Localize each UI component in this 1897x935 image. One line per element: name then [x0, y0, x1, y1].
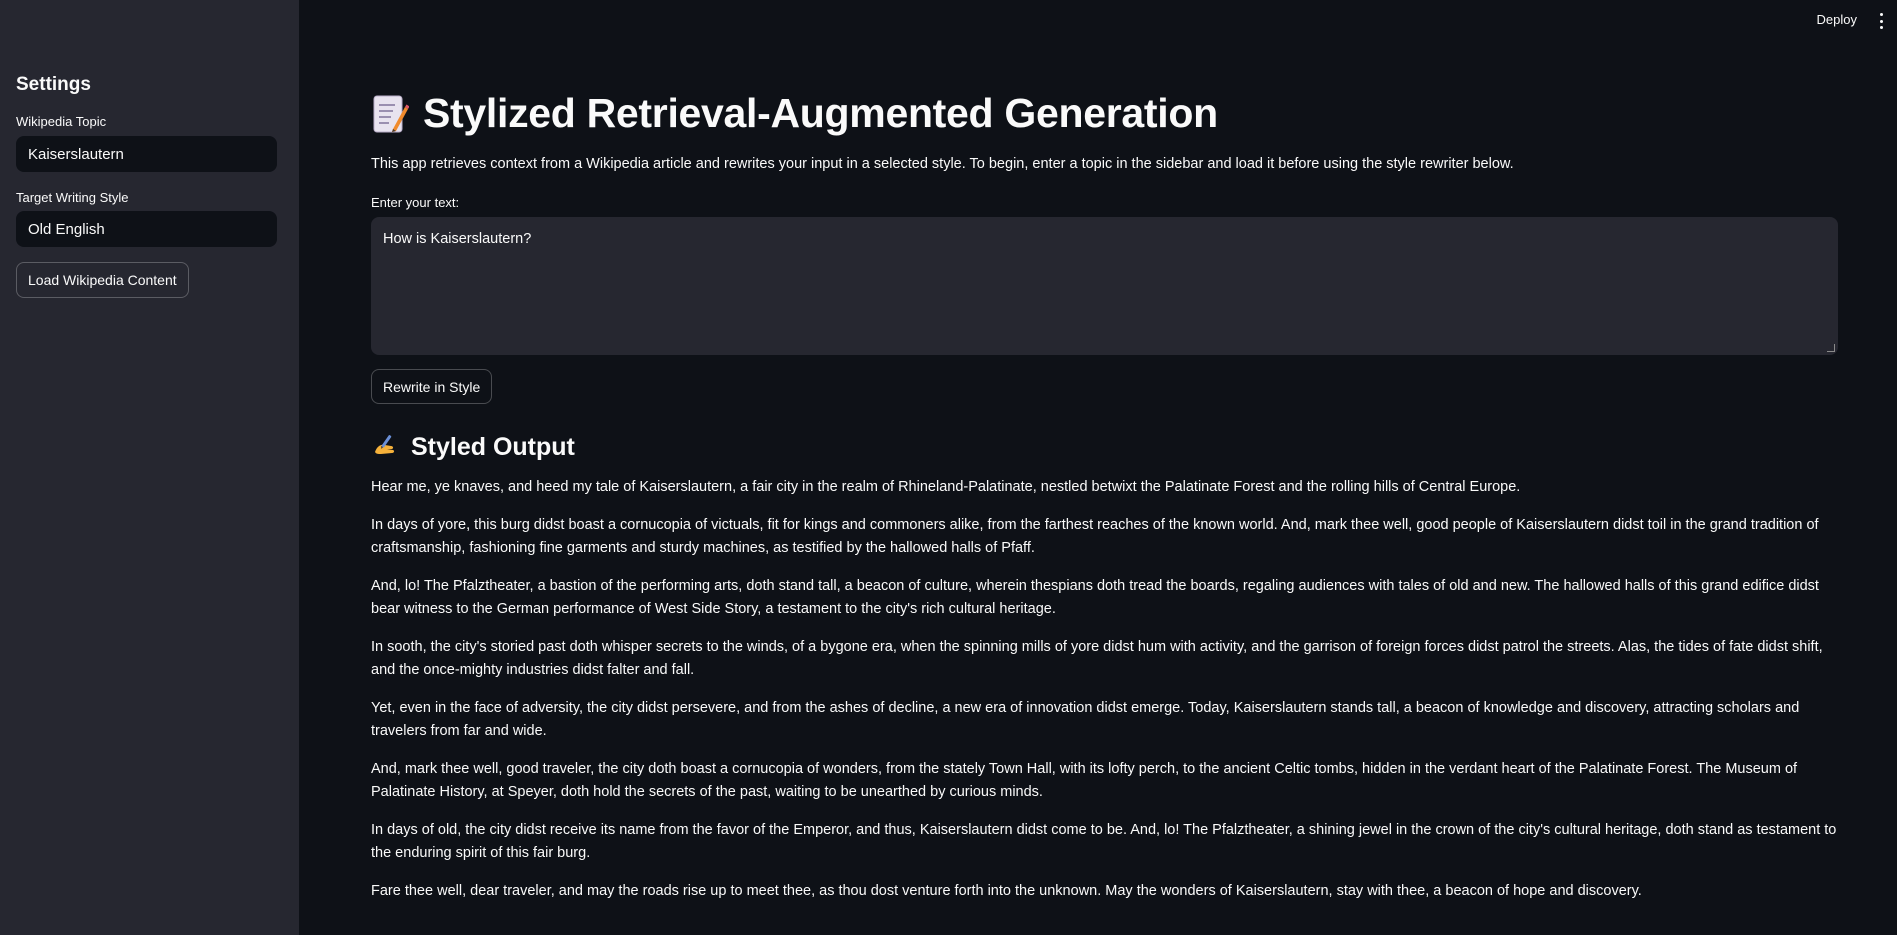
sidebar: Settings Wikipedia Topic Kaiserslautern …	[0, 0, 299, 935]
page-title: Stylized Retrieval-Augmented Generation	[423, 90, 1218, 136]
text-input-label: Enter your text:	[371, 195, 460, 210]
output-paragraph: In days of yore, this burg didst boast a…	[371, 517, 1819, 556]
styled-output: Hear me, ye knaves, and heed my tale of …	[371, 476, 1838, 918]
memo-icon	[371, 93, 410, 135]
output-paragraph: And, mark thee well, good traveler, the …	[371, 761, 1798, 800]
load-wikipedia-button[interactable]: Load Wikipedia Content	[16, 262, 189, 298]
title-row: Stylized Retrieval-Augmented Generation	[371, 90, 1218, 137]
output-title: Styled Output	[411, 433, 575, 461]
output-paragraph: And, lo! The Pfalztheater, a bastion of …	[371, 578, 1819, 617]
output-paragraph: Yet, even in the face of adversity, the …	[371, 700, 1800, 739]
output-paragraph: In days of old, the city didst receive i…	[371, 822, 1837, 861]
writing-style-input[interactable]: Old English	[16, 211, 277, 247]
output-paragraph: Fare thee well, dear traveler, and may t…	[371, 883, 1642, 899]
deploy-button[interactable]: Deploy	[1817, 12, 1857, 27]
writing-hand-icon	[371, 430, 401, 465]
wikipedia-topic-label: Wikipedia Topic	[16, 114, 107, 129]
rewrite-button[interactable]: Rewrite in Style	[371, 369, 493, 404]
wikipedia-topic-input[interactable]: Kaiserslautern	[16, 136, 277, 172]
output-paragraph: In sooth, the city's storied past doth w…	[371, 639, 1823, 678]
output-heading: Styled Output	[371, 430, 575, 465]
sidebar-title: Settings	[16, 74, 91, 95]
writing-style-label: Target Writing Style	[16, 190, 129, 205]
vertical-dots-icon[interactable]	[1875, 13, 1887, 29]
output-paragraph: Hear me, ye knaves, and heed my tale of …	[371, 479, 1521, 495]
intro-text: This app retrieves context from a Wikipe…	[371, 156, 1514, 172]
app-root: Settings Wikipedia Topic Kaiserslautern …	[0, 0, 1897, 935]
text-input-area[interactable]: How is Kaiserslautern?	[371, 217, 1838, 355]
